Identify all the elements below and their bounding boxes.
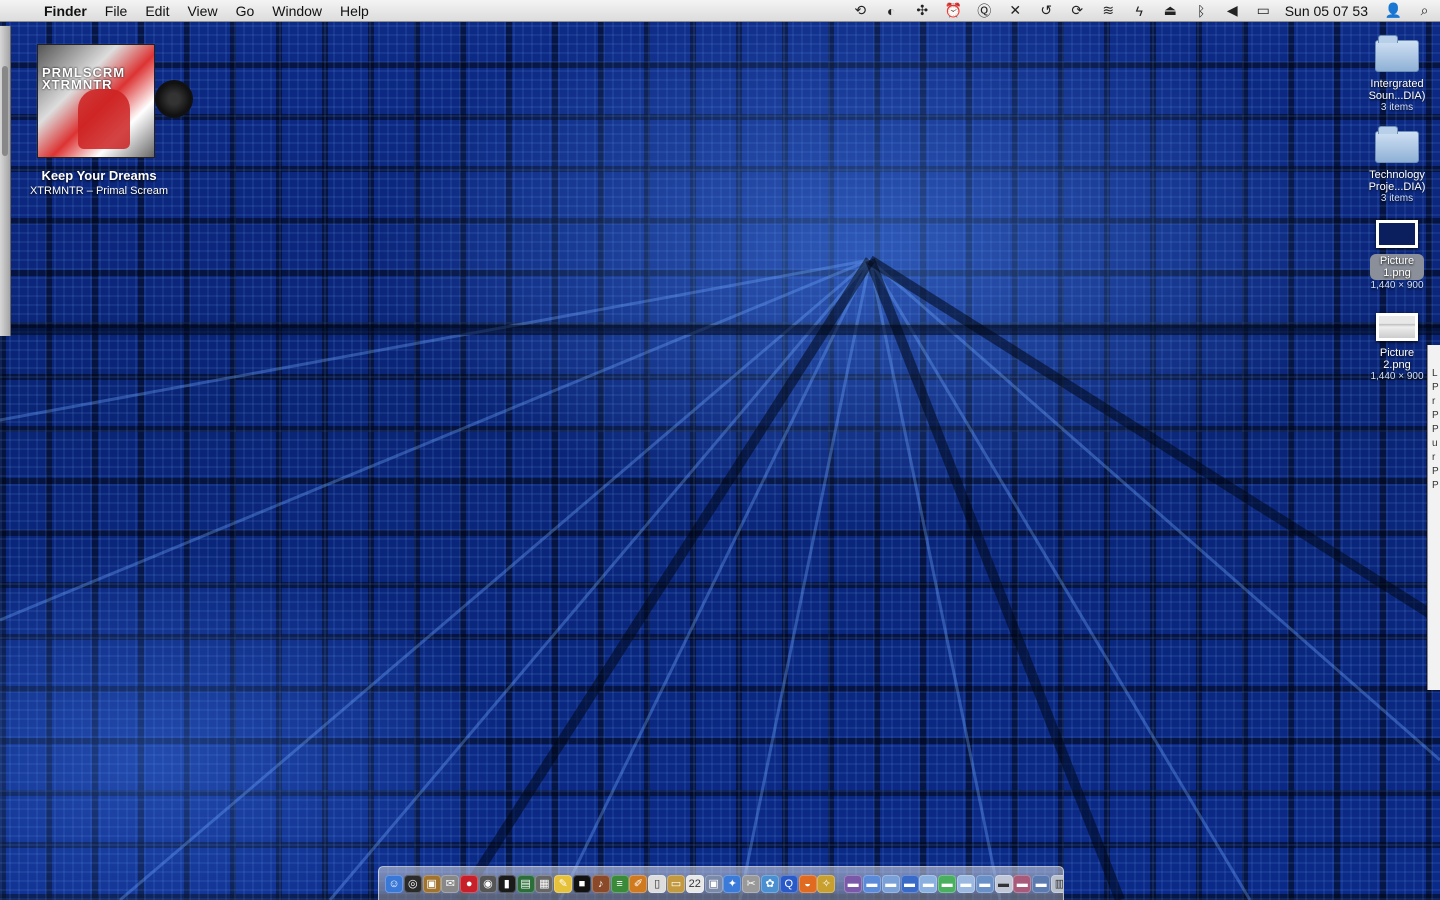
menu-file[interactable]: File <box>96 0 137 22</box>
folder-icon <box>1375 35 1419 72</box>
image-file-icon <box>1376 313 1418 341</box>
notes-icon[interactable]: ✎ <box>554 874 573 893</box>
desktop-icon-info: 3 items <box>1380 102 1414 113</box>
album-figure <box>78 89 130 149</box>
sync-icon[interactable]: ⟳ <box>1062 0 1093 22</box>
safari-icon[interactable]: ✦ <box>723 874 742 893</box>
compass-icon[interactable]: ✧ <box>817 874 836 893</box>
dashboard-icon[interactable]: ◎ <box>403 874 422 893</box>
desktop-icon-label: Picture 2.png <box>1379 347 1415 371</box>
menu-clock[interactable]: Sun 05 07 53 <box>1279 3 1378 19</box>
package-icon[interactable]: ▣ <box>422 874 441 893</box>
right-edge-panel[interactable]: L P r P P u r P P <box>1427 345 1440 690</box>
stack-icon-8[interactable]: ▬ <box>975 874 994 893</box>
right-panel-text: L P r P P u r P P <box>1432 368 1439 491</box>
stack-icon-2[interactable]: ▬ <box>862 874 881 893</box>
battery-icon[interactable]: ▭ <box>1248 0 1279 22</box>
search-app-icon[interactable]: Q <box>779 874 798 893</box>
photos-icon[interactable]: ✿ <box>760 874 779 893</box>
stack-icon-6[interactable]: ▬ <box>938 874 957 893</box>
stack-icon-5[interactable]: ▬ <box>919 874 938 893</box>
user-icon[interactable]: 👤 <box>1378 0 1409 22</box>
tools-app-icon[interactable]: ✂ <box>742 874 761 893</box>
terminal-icon[interactable]: ▮ <box>497 874 516 893</box>
track-title: Keep Your Dreams <box>41 168 157 183</box>
stack-icon-7[interactable]: ▬ <box>956 874 975 893</box>
bolt-icon[interactable]: ϟ <box>1124 0 1155 22</box>
wallpaper-rays <box>0 255 1440 900</box>
grid-app-icon[interactable]: ▦ <box>535 874 554 893</box>
desktop-folder-intergrated[interactable]: Intergrated Soun...DIA) 3 items <box>1362 35 1432 114</box>
red-app-icon[interactable]: ● <box>460 874 479 893</box>
bluetooth-icon[interactable]: ᛒ <box>1186 0 1217 22</box>
menu-view[interactable]: View <box>178 0 226 22</box>
finder-icon[interactable]: ☺ <box>385 874 403 893</box>
desktop-icon-label: Picture 1.png <box>1370 254 1424 280</box>
stack-icon-3[interactable]: ▬ <box>881 874 900 893</box>
pencil-icon[interactable]: ✐ <box>629 874 648 893</box>
paw-icon[interactable]: ✣ <box>907 0 938 22</box>
album-artwork[interactable]: PRMLSCRM XTRMNTR <box>37 44 155 158</box>
left-edge-drawer[interactable] <box>0 26 11 336</box>
q-icon[interactable]: Ⓠ <box>969 0 1000 22</box>
dock: ☺◎▣✉●◉▮▤▦✎■♪≡✐▯▭22▣✦✂✿Q◒✧ ▬▬▬▬▬▬▬▬▬▬▬▥ <box>378 866 1064 900</box>
stack-icon-4[interactable]: ▬ <box>900 874 919 893</box>
menu-bar: Finder File Edit View Go Window Help ⟲ ◐… <box>0 0 1440 22</box>
time-machine-icon[interactable]: ↺ <box>1031 0 1062 22</box>
document-icon[interactable]: ▯ <box>648 874 667 893</box>
image-file-icon <box>1376 220 1418 248</box>
stack-icon-11[interactable]: ▬ <box>1032 874 1051 893</box>
status-area: ⟲ ◐ ✣ ⏰ Ⓠ ✕ ↺ ⟳ ≋ ϟ ⏏ ᛒ ◀ ▭ Sun 05 07 53… <box>845 0 1440 22</box>
desktop-wallpaper <box>0 0 1440 900</box>
volume-icon[interactable]: ◀ <box>1217 0 1248 22</box>
eject-icon[interactable]: ⏏ <box>1155 0 1186 22</box>
desktop-file-picture-2[interactable]: Picture 2.png 1,440 × 900 <box>1362 313 1432 383</box>
desktop-icon-label: Intergrated Soun...DIA) <box>1368 78 1426 102</box>
preview-icon[interactable]: ▣ <box>704 874 723 893</box>
green-app-icon[interactable]: ≡ <box>610 874 629 893</box>
tools-icon[interactable]: ✕ <box>1000 0 1031 22</box>
menu-window[interactable]: Window <box>263 0 331 22</box>
moon-icon[interactable]: ◐ <box>876 0 907 22</box>
gauge-icon[interactable]: ◉ <box>478 874 497 893</box>
menu-go[interactable]: Go <box>227 0 264 22</box>
desktop-icon-label: Technology Proje...DIA) <box>1368 169 1426 193</box>
menu-edit[interactable]: Edit <box>136 0 178 22</box>
guitar-icon[interactable]: ♪ <box>591 874 610 893</box>
stack-icon-9[interactable]: ▬ <box>994 874 1013 893</box>
script-icon[interactable]: ⟲ <box>845 0 876 22</box>
screen-icon[interactable]: ▤ <box>516 874 535 893</box>
wifi-icon[interactable]: ≋ <box>1093 0 1124 22</box>
calendar-icon[interactable]: 22 <box>685 874 704 893</box>
album-art-text: PRMLSCRM XTRMNTR <box>42 65 126 92</box>
black-app-icon[interactable]: ■ <box>572 874 591 893</box>
dock-apps: ☺ ◎ ▣ ✉ ● ◉ ▮ ▤ ▦ ✎ ■ ♪ ≡ ✐ ▯ ▭ 22 ▣ ✦ ✂ ✿ Q ◒ ✧ <box>385 874 836 893</box>
mail-stamp-icon[interactable]: ✉ <box>441 874 460 893</box>
menu-help[interactable]: Help <box>331 0 378 22</box>
drawer-handle[interactable] <box>2 66 8 156</box>
menu-app-name[interactable]: Finder <box>40 0 96 22</box>
desktop-icon-info: 3 items <box>1380 193 1414 204</box>
desktop-file-picture-1[interactable]: Picture 1.png 1,440 × 900 <box>1362 220 1432 292</box>
alarm-icon[interactable]: ⏰ <box>938 0 969 22</box>
stack-icon-10[interactable]: ▬ <box>1013 874 1032 893</box>
desktop-icon-info: 1,440 × 900 <box>1370 280 1424 291</box>
desktop-folder-technology[interactable]: Technology Proje...DIA) 3 items <box>1362 126 1432 205</box>
stack-icon-1[interactable]: ▬ <box>844 874 863 893</box>
now-playing-widget: PRMLSCRM XTRMNTR Keep Your Dreams XTRMNT… <box>20 44 193 197</box>
folder-app-icon[interactable]: ▭ <box>666 874 685 893</box>
dock-stacks: ▬▬▬▬▬▬▬▬▬▬▬▥ <box>844 874 1063 893</box>
folder-icon <box>1375 126 1419 163</box>
track-artist: XTRMNTR – Primal Scream <box>29 185 169 197</box>
vinyl-disc-icon <box>155 80 193 118</box>
spotlight-search-icon[interactable]: ⌕ <box>1409 0 1440 22</box>
firefox-icon[interactable]: ◒ <box>798 874 817 893</box>
trash-icon[interactable]: ▥ <box>1050 874 1063 893</box>
desktop-icon-info: 1,440 × 900 <box>1370 371 1424 382</box>
